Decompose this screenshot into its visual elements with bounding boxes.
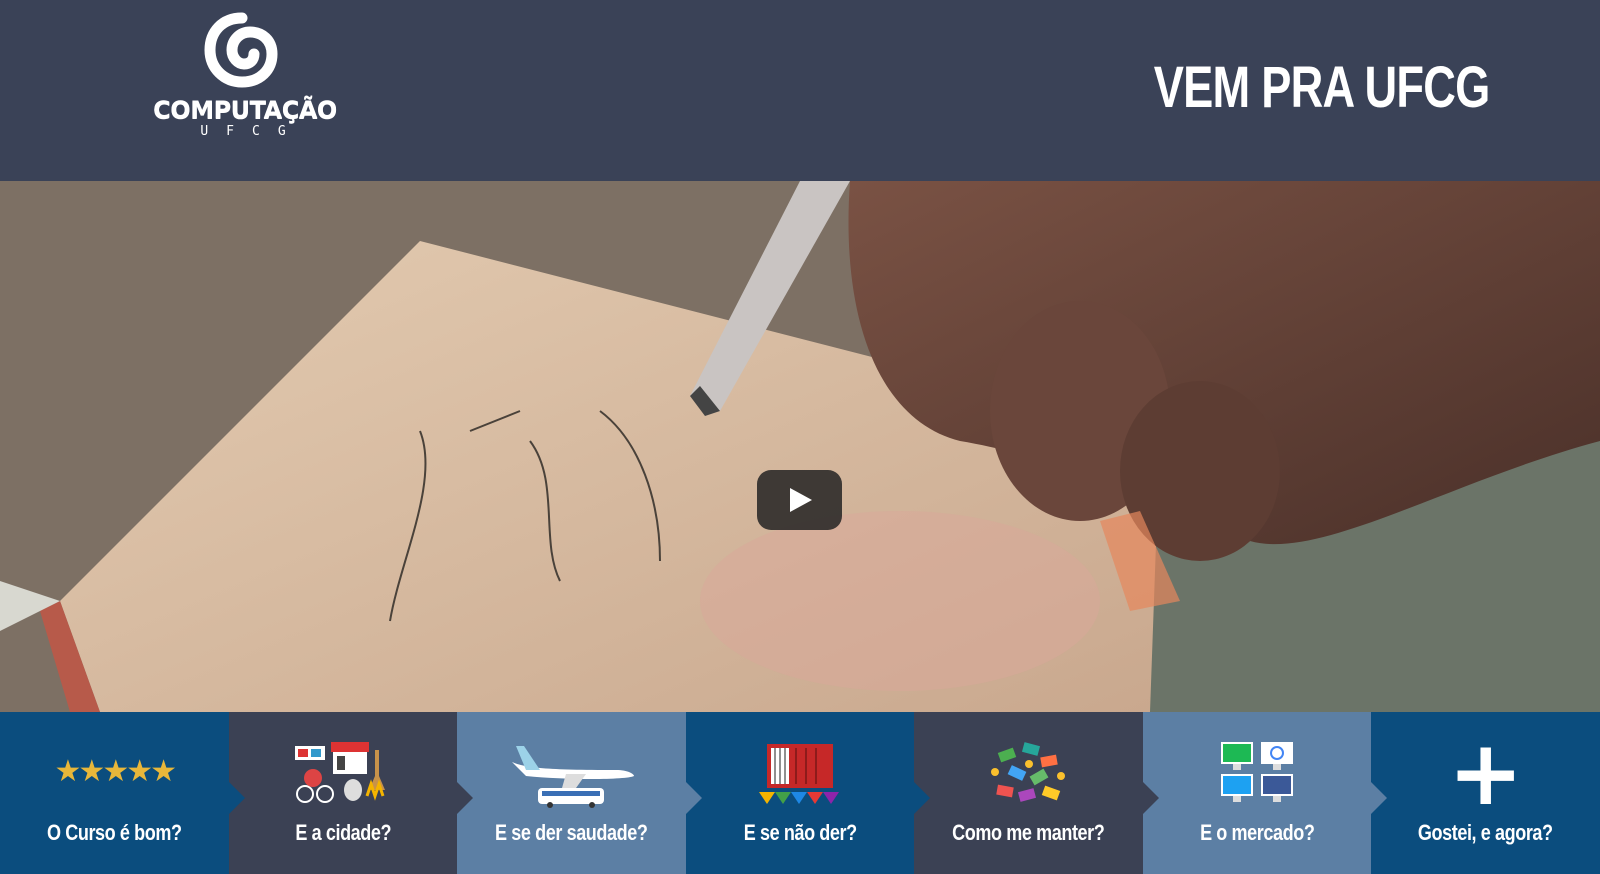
city-icon (294, 742, 385, 803)
nav-arrow (457, 782, 474, 814)
plus-icon: + (1447, 721, 1524, 826)
five-stars-icon: ★★★★★ (54, 754, 177, 789)
nav-arrow (685, 782, 702, 814)
nav-item-label: E o mercado? (1199, 820, 1315, 845)
logo-spiral-icon (204, 12, 278, 88)
logo-subtext: UFCG (200, 124, 304, 139)
video-thumbnail (0, 181, 1600, 712)
nav-item-cidade[interactable]: E a cidade? (228, 712, 474, 874)
nav-item-label: O Curso é bom? (46, 820, 182, 845)
nav-item-label: E a cidade? (294, 820, 391, 845)
logo-text: COMPUTAÇÃO (153, 96, 337, 124)
nav-bar: ★★★★★ O Curso é bom? E a cidade? E se de… (0, 712, 1600, 874)
page-title: VEM PRA UFCG (1154, 55, 1491, 120)
nav-item-manter[interactable]: Como me manter? (914, 712, 1159, 874)
accordion-icon (758, 744, 839, 804)
tech-companies-icon (1221, 742, 1294, 802)
computacao-logo[interactable]: COMPUTAÇÃO UFCG (150, 10, 340, 140)
nav-item-label: Gostei, e agora? (1418, 820, 1554, 845)
airplane-bus-icon (512, 746, 635, 808)
play-button[interactable] (757, 470, 842, 530)
video-player[interactable] (0, 181, 1600, 712)
nav-item-label: E se der saudade? (495, 820, 648, 845)
nav-arrow (1142, 782, 1159, 814)
nav-item-gostei[interactable]: + Gostei, e agora? (1371, 712, 1600, 874)
nav-arrow (228, 782, 245, 814)
header: COMPUTAÇÃO UFCG VEM PRA UFCG (0, 0, 1600, 181)
nav-item-saudade[interactable]: E se der saudade? (457, 712, 702, 874)
nav-item-curso[interactable]: ★★★★★ O Curso é bom? (0, 712, 245, 874)
nav-arrow (914, 782, 931, 814)
money-icon (990, 742, 1065, 802)
nav-item-label: E se não der? (743, 820, 857, 845)
nav-item-mercado[interactable]: E o mercado? (1142, 712, 1388, 874)
nav-arrow (1371, 782, 1388, 814)
nav-item-label: Como me manter? (952, 820, 1105, 845)
nav-item-nao-der[interactable]: E se não der? (685, 712, 931, 874)
